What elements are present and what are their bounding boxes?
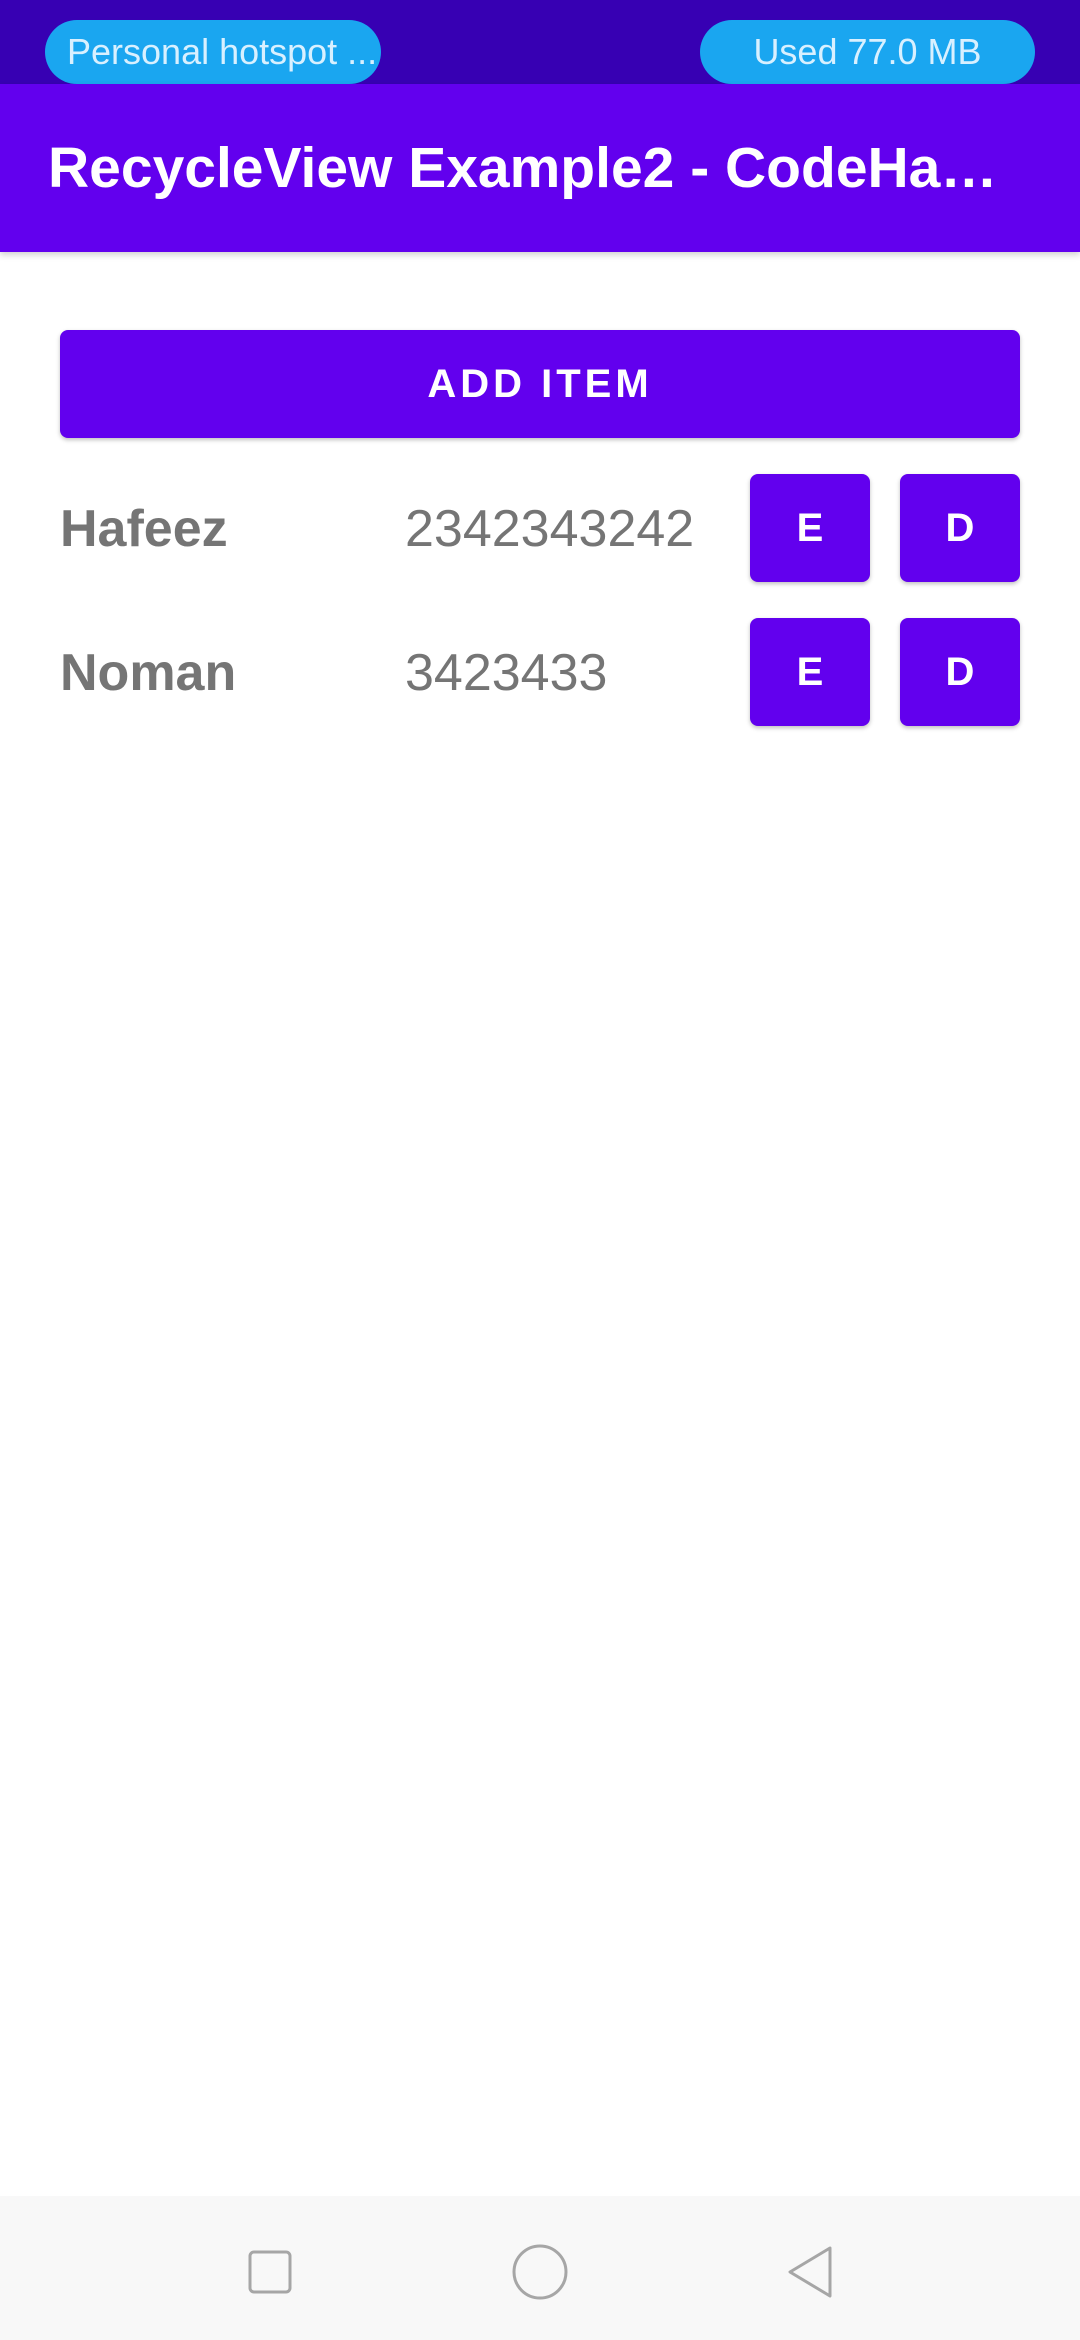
app-title: RecycleView Example2 - CodeHa… — [48, 136, 998, 200]
list-item: Hafeez 2342343242 E D — [0, 474, 1080, 584]
item-name: Noman — [60, 644, 237, 702]
square-recents-icon — [248, 2250, 292, 2294]
item-number: 3423433 — [405, 644, 608, 702]
item-name: Hafeez — [60, 500, 228, 558]
status-bar: Personal hotspot ... Used 77.0 MB — [0, 0, 1080, 84]
app-bar: RecycleView Example2 - CodeHa… — [0, 84, 1080, 252]
delete-button[interactable]: D — [900, 618, 1020, 726]
triangle-back-icon — [788, 2246, 832, 2298]
hotspot-indicator[interactable]: Personal hotspot ... — [45, 20, 381, 84]
back-button[interactable] — [770, 2232, 850, 2312]
recents-button[interactable] — [230, 2232, 310, 2312]
edit-button[interactable]: E — [750, 618, 870, 726]
screen: Personal hotspot ... Used 77.0 MB Recycl… — [0, 0, 1080, 2340]
circle-home-icon — [512, 2244, 568, 2300]
edit-button[interactable]: E — [750, 474, 870, 582]
data-usage-indicator[interactable]: Used 77.0 MB — [700, 20, 1035, 84]
navigation-bar — [0, 2196, 1080, 2340]
add-item-button[interactable]: ADD ITEM — [60, 330, 1020, 438]
delete-button[interactable]: D — [900, 474, 1020, 582]
list-item: Noman 3423433 E D — [0, 618, 1080, 728]
home-button[interactable] — [500, 2232, 580, 2312]
item-number: 2342343242 — [405, 500, 695, 558]
